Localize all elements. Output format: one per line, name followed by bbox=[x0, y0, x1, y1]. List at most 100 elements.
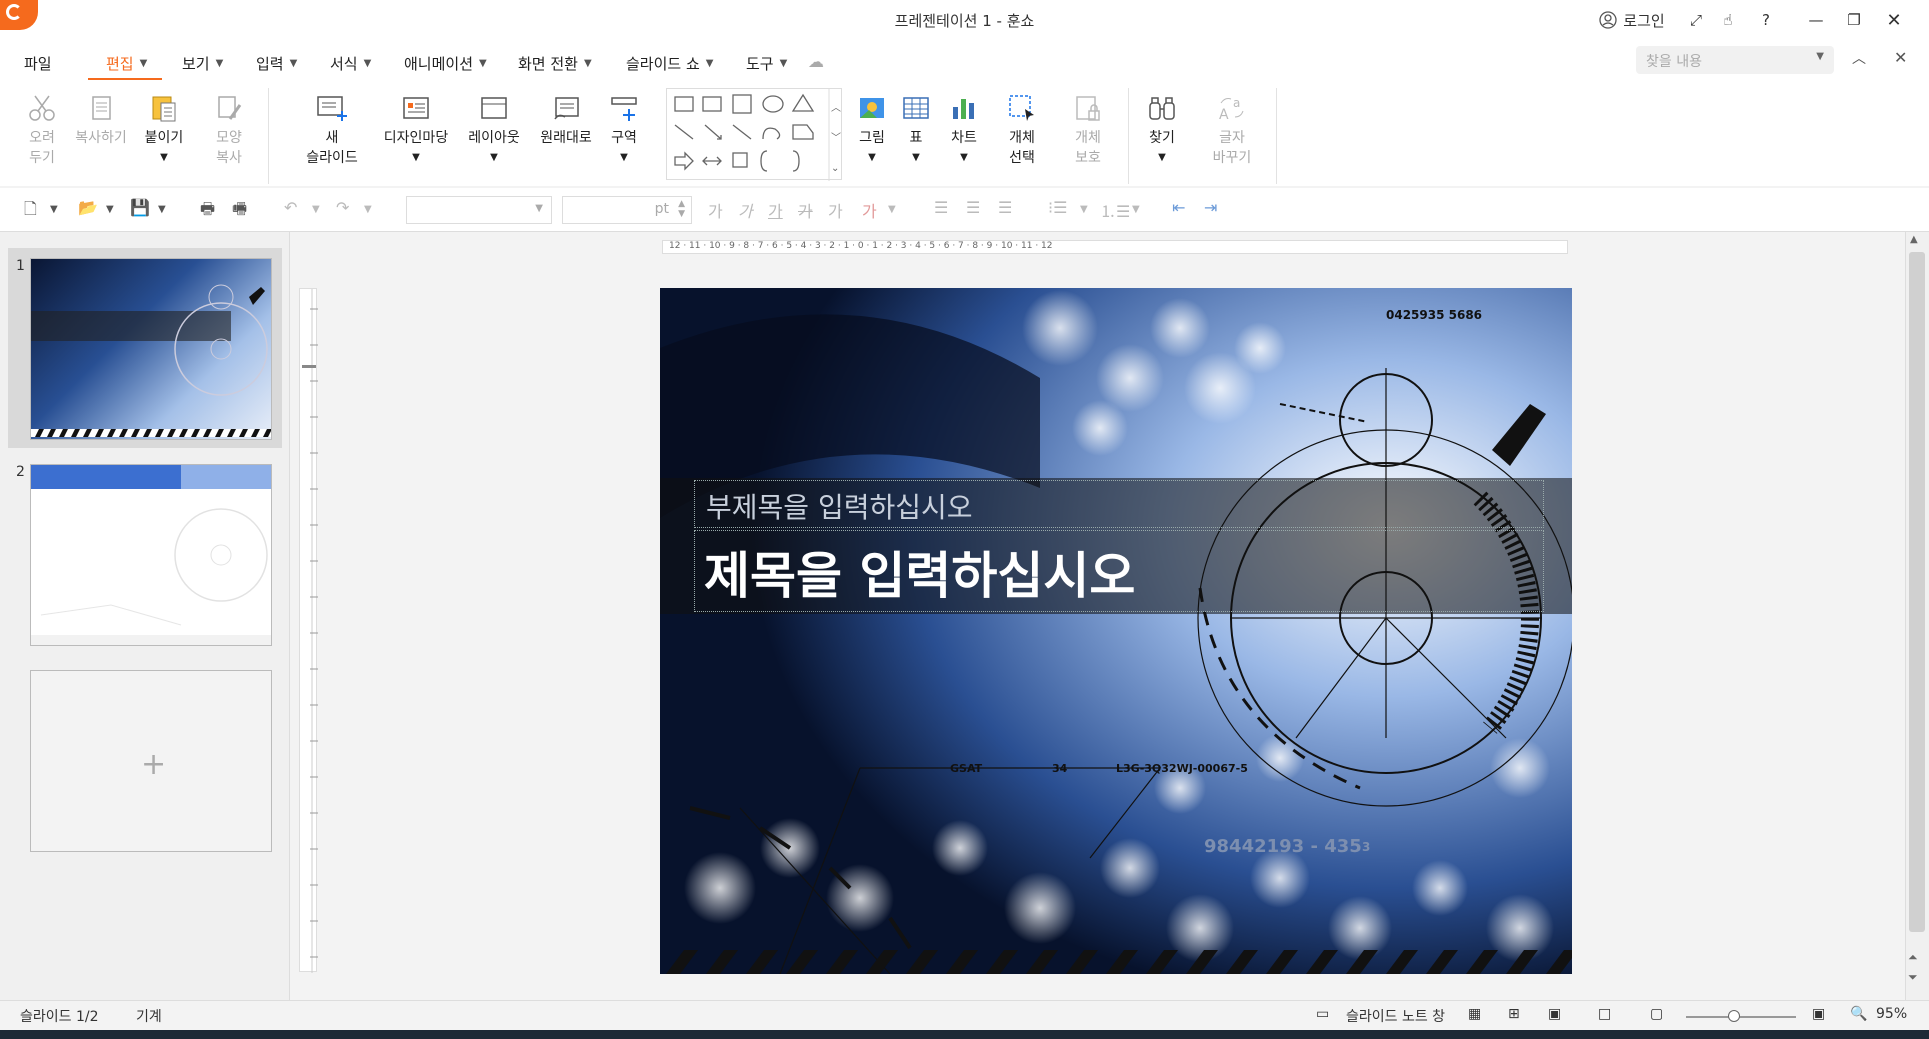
chevron-down-icon: ▼ bbox=[479, 57, 487, 69]
design-button[interactable]: 디자인마당 ▼ bbox=[378, 92, 454, 168]
picture-button[interactable]: 그림 ▼ bbox=[852, 92, 892, 168]
font-name-combo[interactable]: ▼ bbox=[406, 196, 552, 224]
menu-transition[interactable]: 화면 전환 ▼ bbox=[518, 50, 592, 76]
font-size-combo[interactable]: pt ▲ ▼ bbox=[562, 196, 692, 224]
zoom-slider[interactable] bbox=[1686, 1016, 1796, 1018]
help-icon[interactable]: ? bbox=[1752, 6, 1780, 34]
title-text: 제목을 입력하십시오 bbox=[704, 547, 1136, 605]
italic-icon[interactable]: 가 bbox=[738, 198, 753, 222]
menu-edit[interactable]: 편집 ▼ bbox=[106, 50, 147, 76]
scrollbar-thumb[interactable] bbox=[1909, 252, 1925, 932]
chevron-down-icon[interactable]: ▼ bbox=[158, 204, 166, 215]
format-painter-button[interactable]: 모양 복사 bbox=[206, 92, 252, 168]
menu-format[interactable]: 서식 ▼ bbox=[330, 50, 371, 76]
slide-sorter-icon[interactable]: ⊞ bbox=[1508, 1006, 1520, 1022]
menu-insert[interactable]: 입력 ▼ bbox=[256, 50, 297, 76]
slide-thumb-1[interactable] bbox=[30, 258, 272, 440]
ribbon-separator bbox=[268, 88, 269, 184]
reset-button[interactable]: 원래대로 bbox=[534, 92, 598, 148]
search-input[interactable]: 찾을 내용 ▼ bbox=[1636, 46, 1834, 74]
menu-file[interactable]: 파일 bbox=[24, 50, 52, 76]
menu-slideshow[interactable]: 슬라이드 쇼 ▼ bbox=[626, 50, 713, 76]
close-button[interactable]: ✕ bbox=[1878, 6, 1910, 34]
find-button[interactable]: 찾기 ▼ bbox=[1144, 92, 1180, 168]
close-doc-icon[interactable]: ✕ bbox=[1894, 48, 1907, 67]
layout-button[interactable]: 레이아웃 ▼ bbox=[462, 92, 526, 168]
align-center-icon[interactable]: ☰ bbox=[966, 198, 980, 217]
plus-icon: + bbox=[141, 747, 167, 782]
ribbon-separator bbox=[1128, 88, 1129, 184]
strikethrough-icon[interactable]: 가 bbox=[798, 198, 813, 222]
chevron-down-icon[interactable]: ▼ bbox=[106, 204, 114, 215]
fit-window-icon[interactable]: ▣ bbox=[1812, 1006, 1825, 1022]
chevron-down-icon[interactable]: ▼ bbox=[312, 204, 320, 215]
scroll-up-icon[interactable]: ▲ bbox=[1910, 234, 1918, 245]
reading-view-icon[interactable]: ▣ bbox=[1548, 1006, 1561, 1022]
paste-button[interactable]: 붙이기 ▼ bbox=[140, 92, 188, 168]
next-slide-icon[interactable]: ⏷ bbox=[1908, 970, 1918, 985]
underline-icon[interactable]: 가 bbox=[768, 198, 783, 222]
zoom-level[interactable]: 95% bbox=[1876, 1006, 1907, 1022]
table-button[interactable]: 표 ▼ bbox=[902, 92, 930, 168]
fullscreen-icon[interactable]: ⤢ bbox=[1682, 6, 1710, 34]
align-right-icon[interactable]: ☰ bbox=[998, 198, 1012, 217]
print-preview-icon[interactable]: 🖷 bbox=[232, 198, 247, 225]
add-slide-placeholder[interactable]: + bbox=[30, 670, 272, 852]
chart-button[interactable]: 차트 ▼ bbox=[946, 92, 982, 168]
cloud-icon[interactable]: ☁ bbox=[808, 52, 830, 72]
decrease-indent-icon[interactable]: ⇤ bbox=[1172, 198, 1185, 217]
menu-animation[interactable]: 애니메이션 ▼ bbox=[404, 50, 487, 76]
slide-number: 1 bbox=[16, 258, 25, 274]
shadow-icon[interactable]: 가 bbox=[828, 198, 843, 222]
redo-icon[interactable]: ↷ bbox=[336, 198, 349, 217]
subtitle-text: 부제목을 입력하십시오 bbox=[706, 491, 973, 524]
fit-slide-icon[interactable]: □ bbox=[1598, 1006, 1611, 1022]
print-icon[interactable]: 🖶 bbox=[200, 198, 215, 225]
new-slide-button[interactable]: 새 슬라이드 bbox=[292, 92, 372, 168]
actual-size-icon[interactable]: ▢ bbox=[1650, 1006, 1663, 1022]
numbered-list-icon[interactable]: ⒈☰ bbox=[1100, 198, 1130, 222]
touch-mode-icon[interactable]: ☝ bbox=[1714, 6, 1742, 34]
menu-view[interactable]: 보기 ▼ bbox=[182, 50, 223, 76]
slide-canvas[interactable]: 0425935 5686 GSAT 34 L3G-3Q32WJ-00067-5 … bbox=[660, 288, 1572, 974]
font-grow-icon[interactable]: 가 bbox=[708, 198, 723, 222]
prev-slide-icon[interactable]: ⏶ bbox=[1908, 950, 1918, 965]
normal-view-icon[interactable]: ▦ bbox=[1468, 1006, 1481, 1022]
shapes-gallery[interactable]: ︿ ﹀ ⌄ bbox=[666, 88, 842, 181]
open-folder-icon[interactable]: 📂 bbox=[78, 198, 98, 217]
vertical-ruler[interactable] bbox=[299, 288, 318, 973]
align-left-icon[interactable]: ☰ bbox=[934, 198, 948, 217]
cut-button[interactable]: 오려 두기 bbox=[20, 92, 64, 168]
horizontal-ruler[interactable]: 12 · 11 · 10 · 9 · 8 · 7 · 6 · 5 · 4 · 3… bbox=[662, 240, 1568, 254]
notes-toggle-icon[interactable]: ▭ bbox=[1316, 1006, 1329, 1022]
increase-indent-icon[interactable]: ⇥ bbox=[1204, 198, 1217, 217]
clipboard-icon bbox=[148, 92, 180, 124]
save-icon[interactable]: 💾 bbox=[130, 198, 150, 217]
copy-button[interactable]: 복사하기 bbox=[70, 92, 132, 148]
chevron-down-icon: ▼ bbox=[412, 152, 420, 163]
font-color-icon[interactable]: 가 bbox=[862, 198, 877, 222]
section-button[interactable]: 구역 ▼ bbox=[606, 92, 642, 168]
chevron-down-icon[interactable]: ▼ bbox=[888, 204, 896, 215]
undo-icon[interactable]: ↶ bbox=[284, 198, 297, 217]
login-button[interactable]: 로그인 bbox=[1586, 6, 1678, 34]
replace-button[interactable]: Aa 글자 바꾸기 bbox=[1202, 92, 1262, 168]
menu-tools[interactable]: 도구 ▼ bbox=[746, 50, 787, 76]
chevron-down-icon: ▼ bbox=[1158, 152, 1166, 163]
chevron-down-icon[interactable]: ▼ bbox=[50, 204, 58, 215]
zoom-icon[interactable]: 🔍 bbox=[1850, 1006, 1867, 1022]
chevron-down-icon[interactable]: ▼ bbox=[1132, 204, 1140, 215]
notes-toggle[interactable]: 슬라이드 노트 창 bbox=[1346, 1006, 1445, 1026]
object-protect-button[interactable]: 개체 보호 bbox=[1066, 92, 1110, 168]
restore-button[interactable]: ❐ bbox=[1838, 6, 1870, 34]
slide-thumb-2[interactable] bbox=[30, 464, 272, 646]
new-document-icon[interactable]: 🗋 bbox=[24, 198, 37, 225]
collapse-ribbon-icon[interactable]: ︿ bbox=[1852, 48, 1866, 68]
deco-code: 98442193 - 435 bbox=[1204, 836, 1362, 857]
chevron-down-icon[interactable]: ▼ bbox=[1080, 204, 1088, 215]
object-select-button[interactable]: 개체 선택 bbox=[1000, 92, 1044, 168]
zoom-slider-handle[interactable] bbox=[1728, 1010, 1740, 1022]
bullet-list-icon[interactable]: ⁝☰ bbox=[1048, 198, 1067, 217]
chevron-down-icon[interactable]: ▼ bbox=[364, 204, 372, 215]
minimize-button[interactable]: — bbox=[1800, 6, 1832, 34]
